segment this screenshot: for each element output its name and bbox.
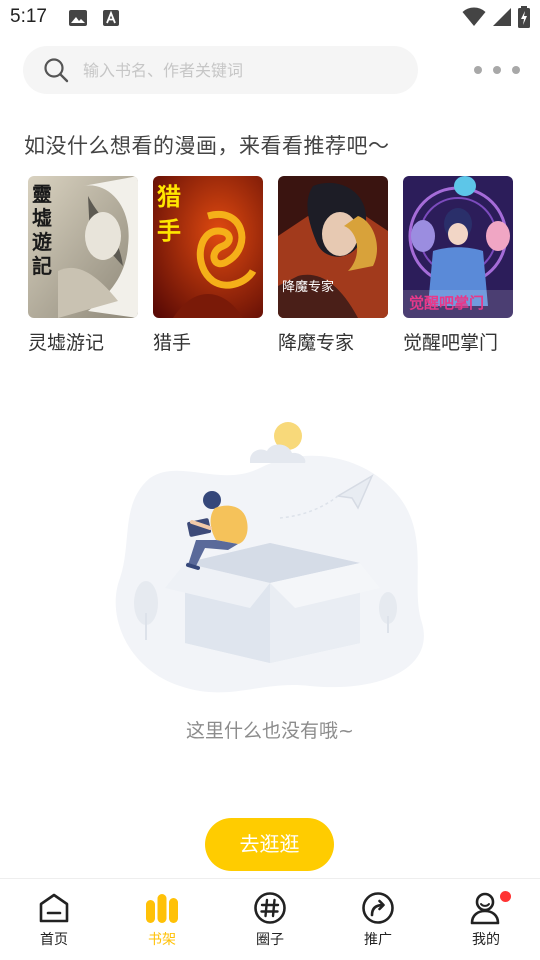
browse-button[interactable]: 去逛逛 — [205, 818, 334, 871]
tab-label: 书架 — [148, 932, 176, 948]
tab-bookshelf[interactable]: 书架 — [108, 879, 216, 960]
more-icon — [474, 66, 482, 74]
recommend-item-xiangmo[interactable]: 降魔专家 降魔专家 — [278, 176, 388, 355]
tab-label: 推广 — [364, 932, 392, 948]
tab-circle[interactable]: 圈子 — [216, 879, 324, 960]
share-icon — [362, 892, 394, 924]
signal-icon — [493, 8, 511, 26]
recommend-title: 如没什么想看的漫画，来看看推荐吧～ — [24, 134, 390, 158]
battery-icon — [518, 6, 530, 28]
profile-icon — [470, 892, 500, 925]
tab-label: 首页 — [40, 932, 68, 948]
tab-promote[interactable]: 推广 — [324, 879, 432, 960]
gallery-icon — [69, 10, 87, 26]
hashtag-icon — [254, 892, 286, 924]
search-icon — [44, 58, 69, 83]
home-icon — [39, 893, 69, 923]
more-button[interactable] — [474, 58, 520, 82]
status-time: 5:17 — [10, 6, 47, 27]
empty-box-illustration — [115, 422, 424, 693]
notification-badge — [500, 891, 511, 902]
comic-title: 灵墟游记 — [28, 332, 105, 354]
recommend-list: 靈墟遊記 灵墟游记 猎手 猎手 降魔专家 降魔专家 觉醒吧掌门 觉醒吧掌门 — [28, 176, 528, 356]
comic-cover: 猎手 — [153, 176, 263, 318]
comic-cover: 靈墟遊記 — [28, 176, 138, 318]
status-bar: 5:17 — [0, 0, 540, 36]
comic-cover: 觉醒吧掌门 — [403, 176, 513, 318]
tab-label: 我的 — [472, 932, 500, 948]
comic-title: 降魔专家 — [278, 332, 355, 354]
comic-title: 猎手 — [153, 332, 192, 354]
bookshelf-icon — [146, 894, 178, 923]
font-download-icon — [103, 10, 119, 26]
search-box[interactable] — [23, 46, 418, 94]
recommend-item-lingxu[interactable]: 靈墟遊記 灵墟游记 — [28, 176, 138, 355]
bottom-tab-bar: 首页 书架 圈子 推广 我的 — [0, 878, 540, 960]
recommend-item-juexing[interactable]: 觉醒吧掌门 觉醒吧掌门 — [403, 176, 513, 355]
tab-profile[interactable]: 我的 — [432, 879, 540, 960]
search-row — [0, 46, 540, 94]
comic-title: 觉醒吧掌门 — [403, 332, 499, 354]
tab-home[interactable]: 首页 — [0, 879, 108, 960]
empty-message: 这里什么也没有哦~ — [186, 720, 354, 742]
search-input[interactable] — [83, 46, 403, 94]
wifi-icon — [462, 7, 486, 26]
tab-label: 圈子 — [256, 932, 284, 948]
recommend-item-lieshou[interactable]: 猎手 猎手 — [153, 176, 263, 355]
comic-cover: 降魔专家 — [278, 176, 388, 318]
